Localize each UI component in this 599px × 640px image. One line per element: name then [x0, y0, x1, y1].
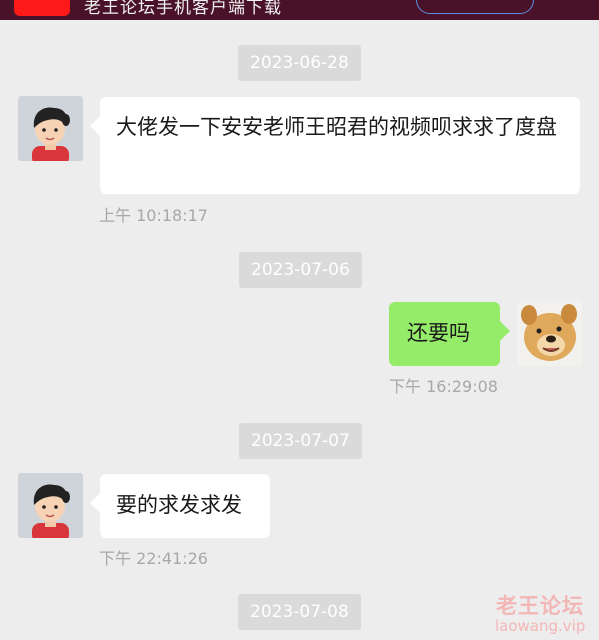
app-download-banner[interactable]: 老王论坛手机客户端下载 [0, 0, 599, 20]
watermark-logo: 老王论坛 [496, 594, 584, 618]
message-text: 要的求发求发 [116, 493, 242, 517]
date-separator: 2023-07-06 [239, 252, 362, 288]
message-text: 还要吗 [407, 321, 470, 345]
message-timestamp: 下午 16:29:08 [389, 377, 498, 396]
boy-avatar[interactable] [18, 96, 83, 161]
incoming-message-bubble[interactable]: 要的求发求发 [100, 474, 270, 538]
incoming-message-bubble[interactable]: 大佬发一下安安老师王昭君的视频呗求求了度盘 [100, 97, 580, 194]
dog-avatar[interactable] [517, 301, 582, 366]
message-timestamp: 下午 22:41:26 [99, 549, 208, 568]
date-separator: 2023-07-07 [239, 423, 362, 459]
app-logo-icon [14, 0, 70, 16]
banner-text: 老王论坛手机客户端下载 [84, 0, 282, 18]
download-button[interactable] [416, 0, 534, 14]
message-timestamp: 上午 10:18:17 [99, 206, 208, 225]
date-separator: 2023-07-08 [238, 594, 361, 630]
watermark-url: laowang.vip [495, 617, 586, 635]
outgoing-message-bubble[interactable]: 还要吗 [389, 302, 500, 366]
date-separator: 2023-06-28 [238, 45, 361, 81]
message-text: 大佬发一下安安老师王昭君的视频呗求求了度盘 [116, 115, 557, 139]
boy-avatar[interactable] [18, 473, 83, 538]
